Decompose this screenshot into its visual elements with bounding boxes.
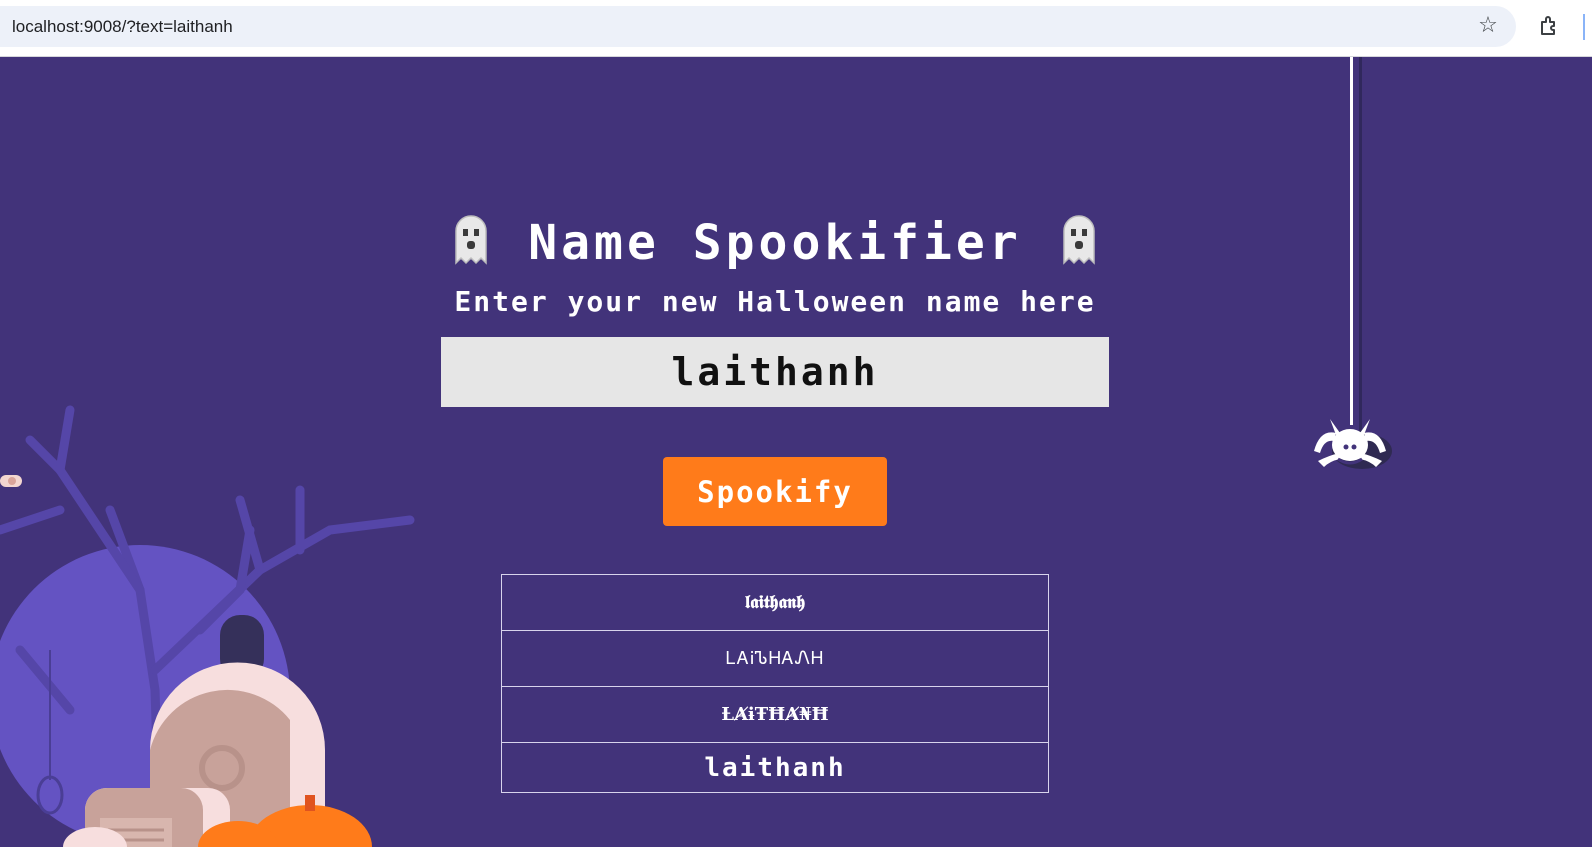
table-row: ᏞᎪᎥᏖᎻᎪᏁᎻ (501, 630, 1049, 687)
star-icon[interactable]: ☆ (1476, 14, 1500, 38)
table-row: ȽȺɨŦĦȺ₦Ħ (501, 686, 1049, 743)
url-text[interactable]: localhost:9008/?text=laithanh (12, 17, 233, 37)
table-row: laithanh (501, 742, 1049, 793)
page-content: Name Spookifier Enter your new Halloween… (0, 57, 1592, 847)
spider-icon (1314, 419, 1392, 469)
results-table: 𝖑𝖆𝖎𝖙𝖍𝖆𝖓𝖍 ᏞᎪᎥᏖᎻᎪᏁᎻ ȽȺɨŦĦȺ₦Ħ laithanh (501, 574, 1049, 793)
subtitle: Enter your new Halloween name here (454, 285, 1096, 318)
ghost-icon (455, 215, 487, 265)
result-cell: ᏞᎪᎥᏖᎻᎪᏁᎻ (501, 630, 1049, 687)
result-cell: ȽȺɨŦĦȺ₦Ħ (501, 686, 1049, 743)
title-text: Name Spookifier (528, 215, 1022, 271)
address-bar[interactable]: localhost:9008/?text=laithanh ☆ (0, 6, 1516, 47)
name-input[interactable] (441, 337, 1109, 407)
graveyard-illustration (0, 405, 415, 847)
table-row: 𝖑𝖆𝖎𝖙𝖍𝖆𝖓𝖍 (501, 574, 1049, 631)
toolbar-divider (1583, 14, 1585, 40)
page-title: Name Spookifier (0, 215, 1550, 271)
spookify-button[interactable]: Spookify (663, 457, 887, 526)
result-cell: laithanh (501, 742, 1049, 793)
browser-toolbar: localhost:9008/?text=laithanh ☆ (0, 0, 1592, 57)
result-cell: 𝖑𝖆𝖎𝖙𝖍𝖆𝖓𝖍 (501, 574, 1049, 631)
ghost-icon (1062, 215, 1095, 265)
extensions-icon[interactable] (1538, 14, 1562, 38)
